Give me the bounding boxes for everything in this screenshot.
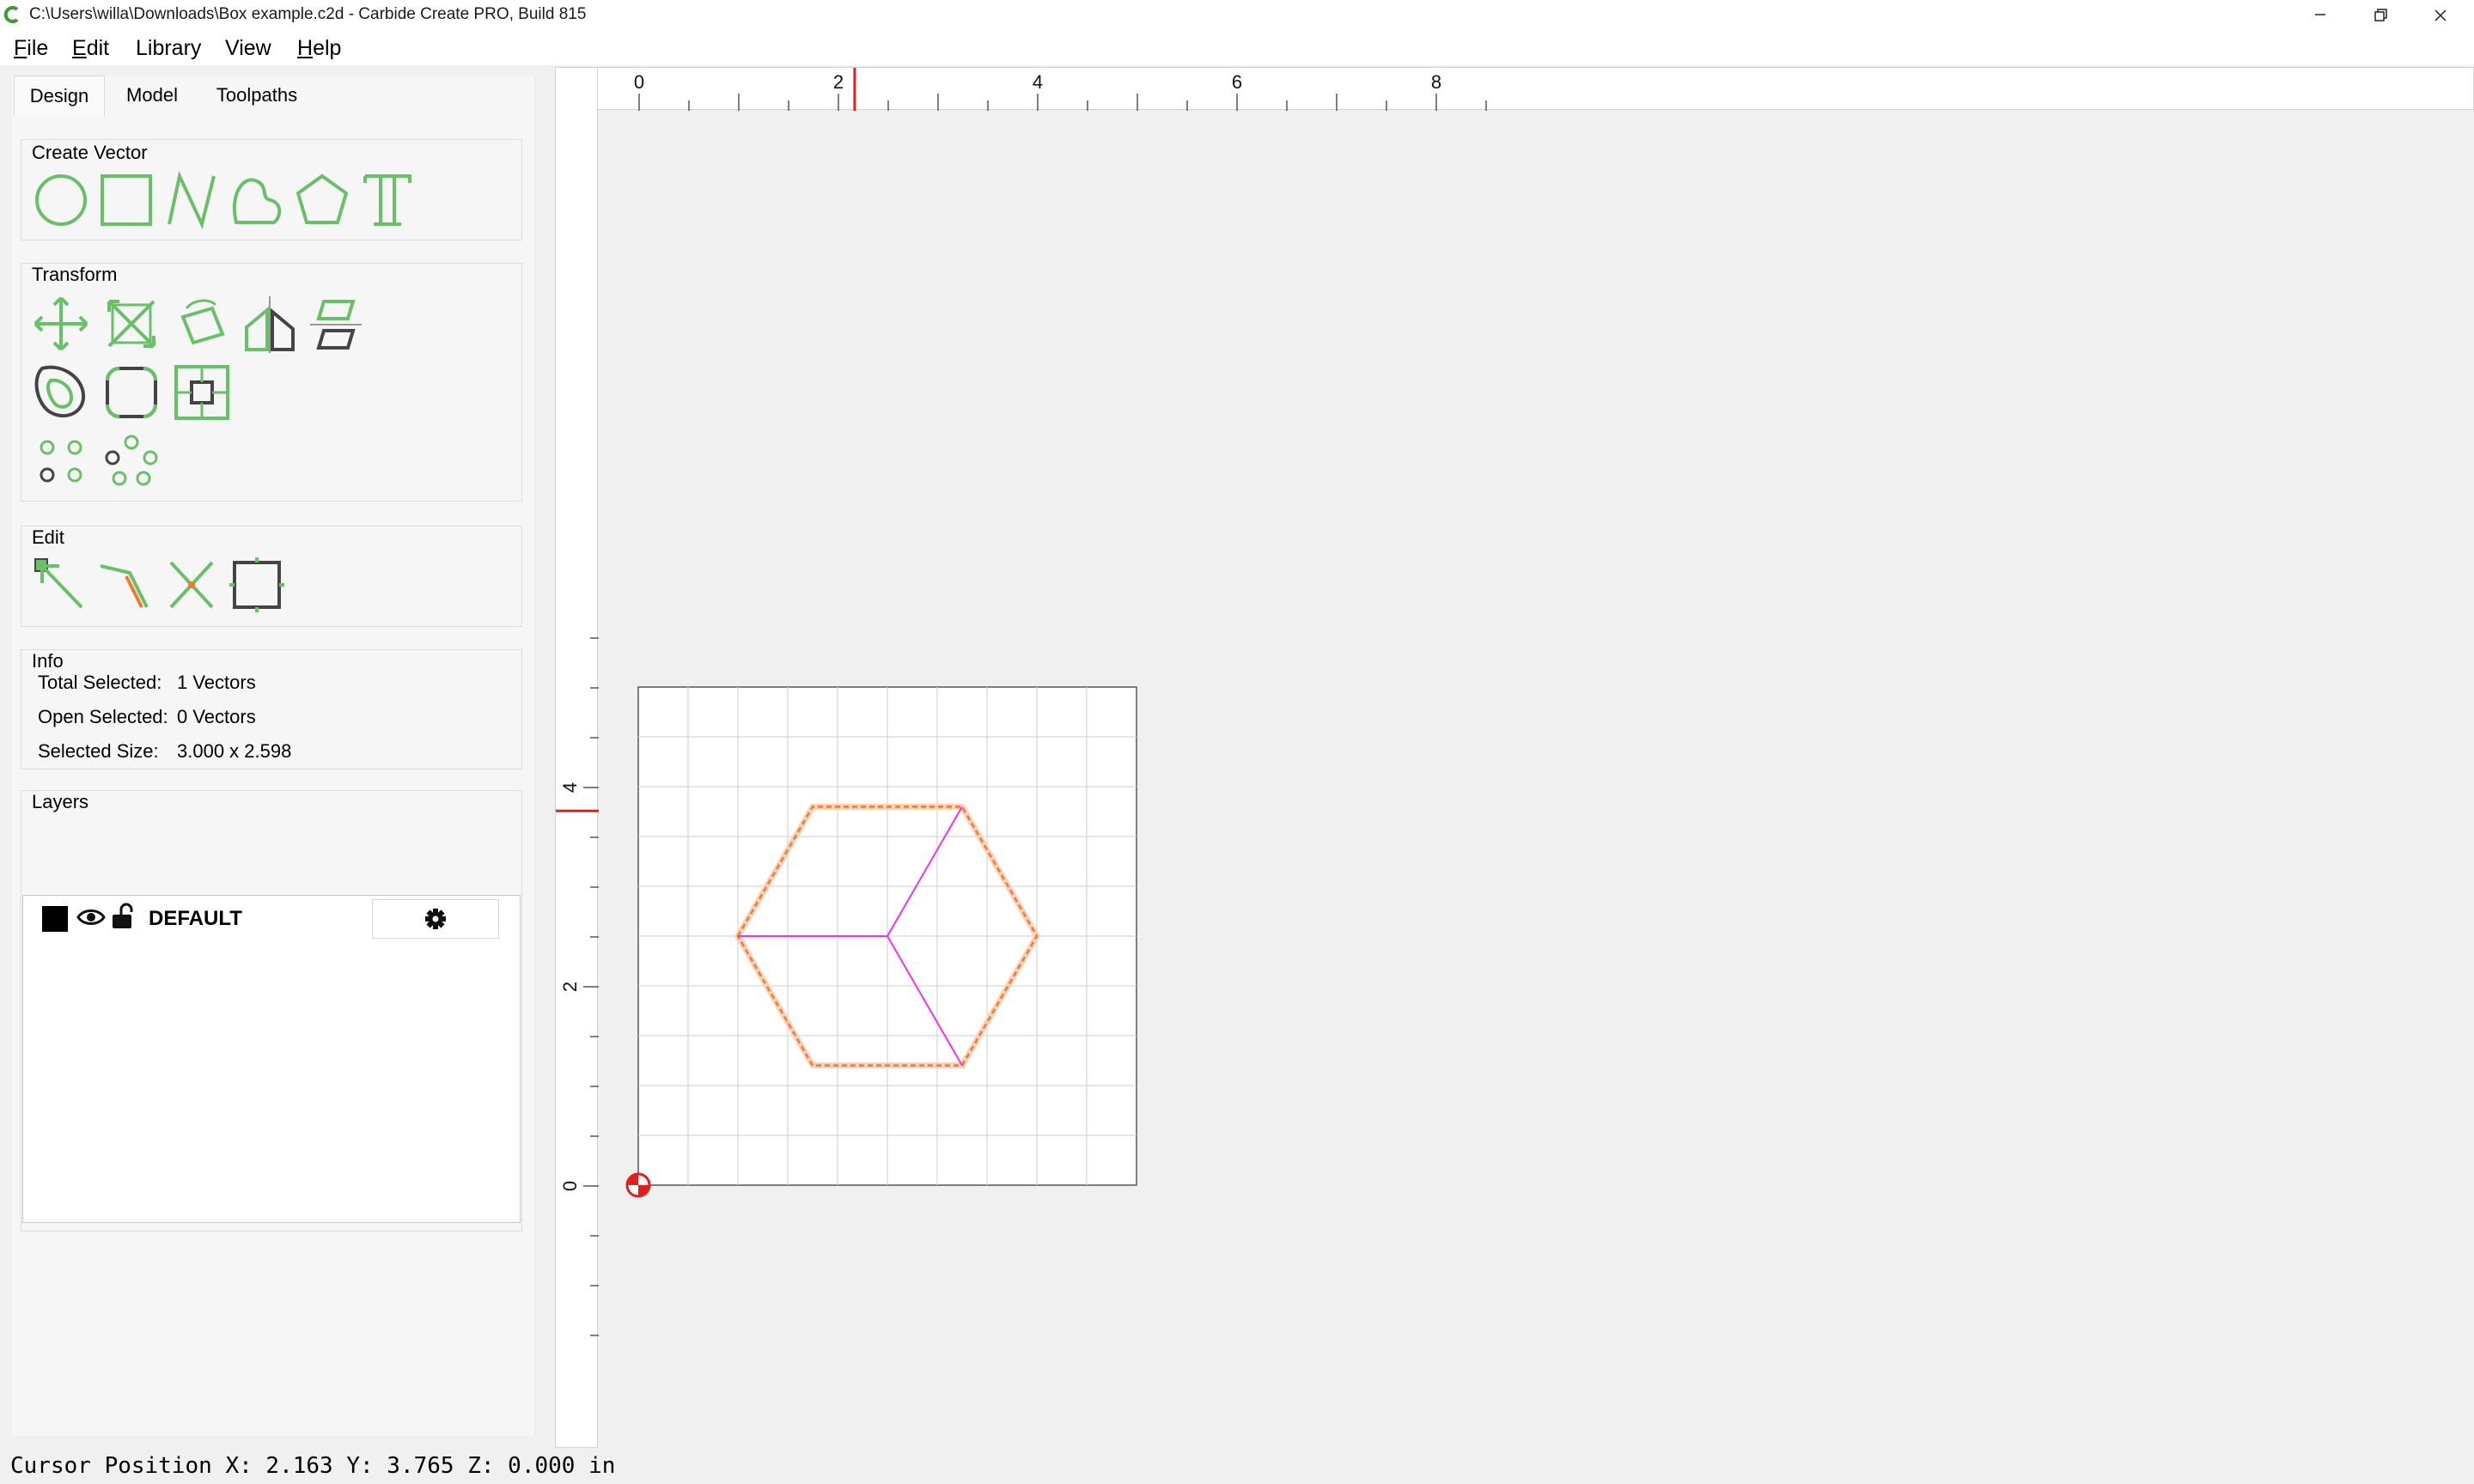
offset-icon [34, 365, 86, 418]
trim-tool-button[interactable] [95, 554, 157, 616]
layer-settings-button[interactable] [372, 899, 499, 939]
trim-icon [100, 564, 149, 608]
menu-help[interactable]: Help [294, 34, 344, 62]
ruler-label: 2 [833, 71, 844, 93]
info-title: Info [32, 650, 64, 672]
layers-list: DEFAULT [22, 895, 521, 1223]
align-icon [310, 300, 362, 350]
text-tool-button[interactable] [356, 169, 418, 231]
circle-icon [35, 174, 87, 226]
polygon-tool-button[interactable] [291, 169, 353, 231]
curve-tool-button[interactable] [226, 169, 288, 231]
mirror-tool-button[interactable] [240, 293, 302, 355]
restore-icon [2374, 9, 2387, 21]
fillet-tool-button[interactable] [101, 362, 162, 423]
tab-toolpaths[interactable]: Toolpaths [199, 76, 314, 115]
node-edit-icon [34, 558, 83, 609]
transform-group: Transform [21, 263, 522, 502]
create-vector-title: Create Vector [32, 142, 148, 163]
center-tool-button[interactable] [171, 362, 233, 423]
ruler-label: 4 [559, 782, 581, 793]
ruler-label: 2 [559, 982, 581, 992]
left-panel: Design Model Toolpaths Create Vector Tra… [12, 76, 535, 1436]
bounding-box-icon [229, 557, 284, 612]
polyline-icon [168, 170, 216, 229]
rotate-icon [180, 299, 225, 345]
ruler-vertical: 4 2 0 [555, 67, 599, 1448]
ruler-label: 6 [1232, 71, 1242, 93]
info-selected-size: Selected Size: 3.000 x 2.598 [38, 740, 292, 762]
layer-name[interactable]: DEFAULT [149, 906, 242, 932]
transform-title: Transform [32, 264, 118, 285]
cut-tool-button[interactable] [161, 554, 222, 616]
gear-icon [425, 909, 446, 929]
scale-icon [107, 300, 155, 348]
menu-file[interactable]: File [10, 34, 52, 62]
ruler-horizontal: 0 2 4 6 8 [555, 67, 2474, 111]
menu-library[interactable]: Library [132, 34, 204, 62]
edit-title: Edit [32, 526, 64, 548]
polyline-tool-button[interactable] [161, 169, 222, 231]
cursor-position-status: Cursor Position X: 2.163 Y: 3.765 Z: 0.0… [10, 1453, 616, 1479]
bounding-box-tool-button[interactable] [226, 554, 288, 616]
panel-tabs: Design Model Toolpaths [12, 76, 534, 116]
move-icon [34, 296, 88, 351]
circle-tool-button[interactable] [30, 169, 92, 231]
mirror-icon [245, 296, 295, 353]
ruler-label: 4 [1033, 71, 1043, 93]
offset-tool-button[interactable] [30, 362, 92, 423]
fillet-icon [106, 367, 157, 418]
node-edit-tool-button[interactable] [30, 554, 92, 616]
ruler-label: 0 [559, 1181, 581, 1191]
grid-array-tool-button[interactable] [30, 430, 92, 492]
close-icon [2434, 9, 2447, 21]
edit-group: Edit [21, 526, 522, 627]
design-canvas[interactable] [599, 111, 2474, 1448]
unlock-icon[interactable] [111, 903, 137, 930]
minimize-button[interactable] [2290, 0, 2350, 31]
align-tool-button[interactable] [305, 293, 367, 355]
minimize-icon [2315, 14, 2325, 15]
grid-array-icon [40, 440, 82, 483]
create-vector-group: Create Vector [21, 139, 522, 240]
layers-title: Layers [32, 791, 89, 812]
tab-design[interactable]: Design [14, 76, 105, 116]
carbide-logo-icon [3, 6, 19, 23]
center-icon [174, 365, 229, 420]
window-title: C:\Users\willa\Downloads\Box example.c2d… [29, 5, 587, 23]
circular-array-tool-button[interactable] [101, 430, 162, 492]
tab-model[interactable]: Model [113, 76, 191, 115]
origin-marker-quadrant [627, 1174, 638, 1185]
curve-icon [232, 178, 282, 224]
circular-array-icon [105, 435, 158, 486]
info-open-selected: Open Selected: 0 Vectors [38, 706, 256, 727]
eye-icon[interactable] [76, 904, 106, 930]
info-total-selected: Total Selected: 1 Vectors [38, 672, 256, 693]
menu-bar: File Edit Library View Help [0, 31, 2474, 65]
layer-color-swatch[interactable] [42, 906, 68, 932]
origin-marker-quadrant [638, 1185, 649, 1196]
rectangle-icon [101, 174, 152, 226]
polygon-icon [296, 173, 349, 224]
move-tool-button[interactable] [30, 293, 92, 355]
scale-tool-button[interactable] [101, 293, 162, 355]
close-button[interactable] [2410, 0, 2471, 31]
menu-view[interactable]: View [222, 34, 275, 62]
title-bar: C:\Users\willa\Downloads\Box example.c2d… [0, 0, 2474, 31]
restore-button[interactable] [2350, 0, 2410, 31]
ruler-label: 0 [634, 71, 644, 93]
rectangle-tool-button[interactable] [95, 169, 157, 231]
rotate-tool-button[interactable] [171, 293, 233, 355]
ruler-label: 8 [1431, 71, 1441, 93]
menu-edit[interactable]: Edit [69, 34, 113, 62]
cut-icon [169, 561, 214, 609]
text-icon [363, 174, 411, 226]
